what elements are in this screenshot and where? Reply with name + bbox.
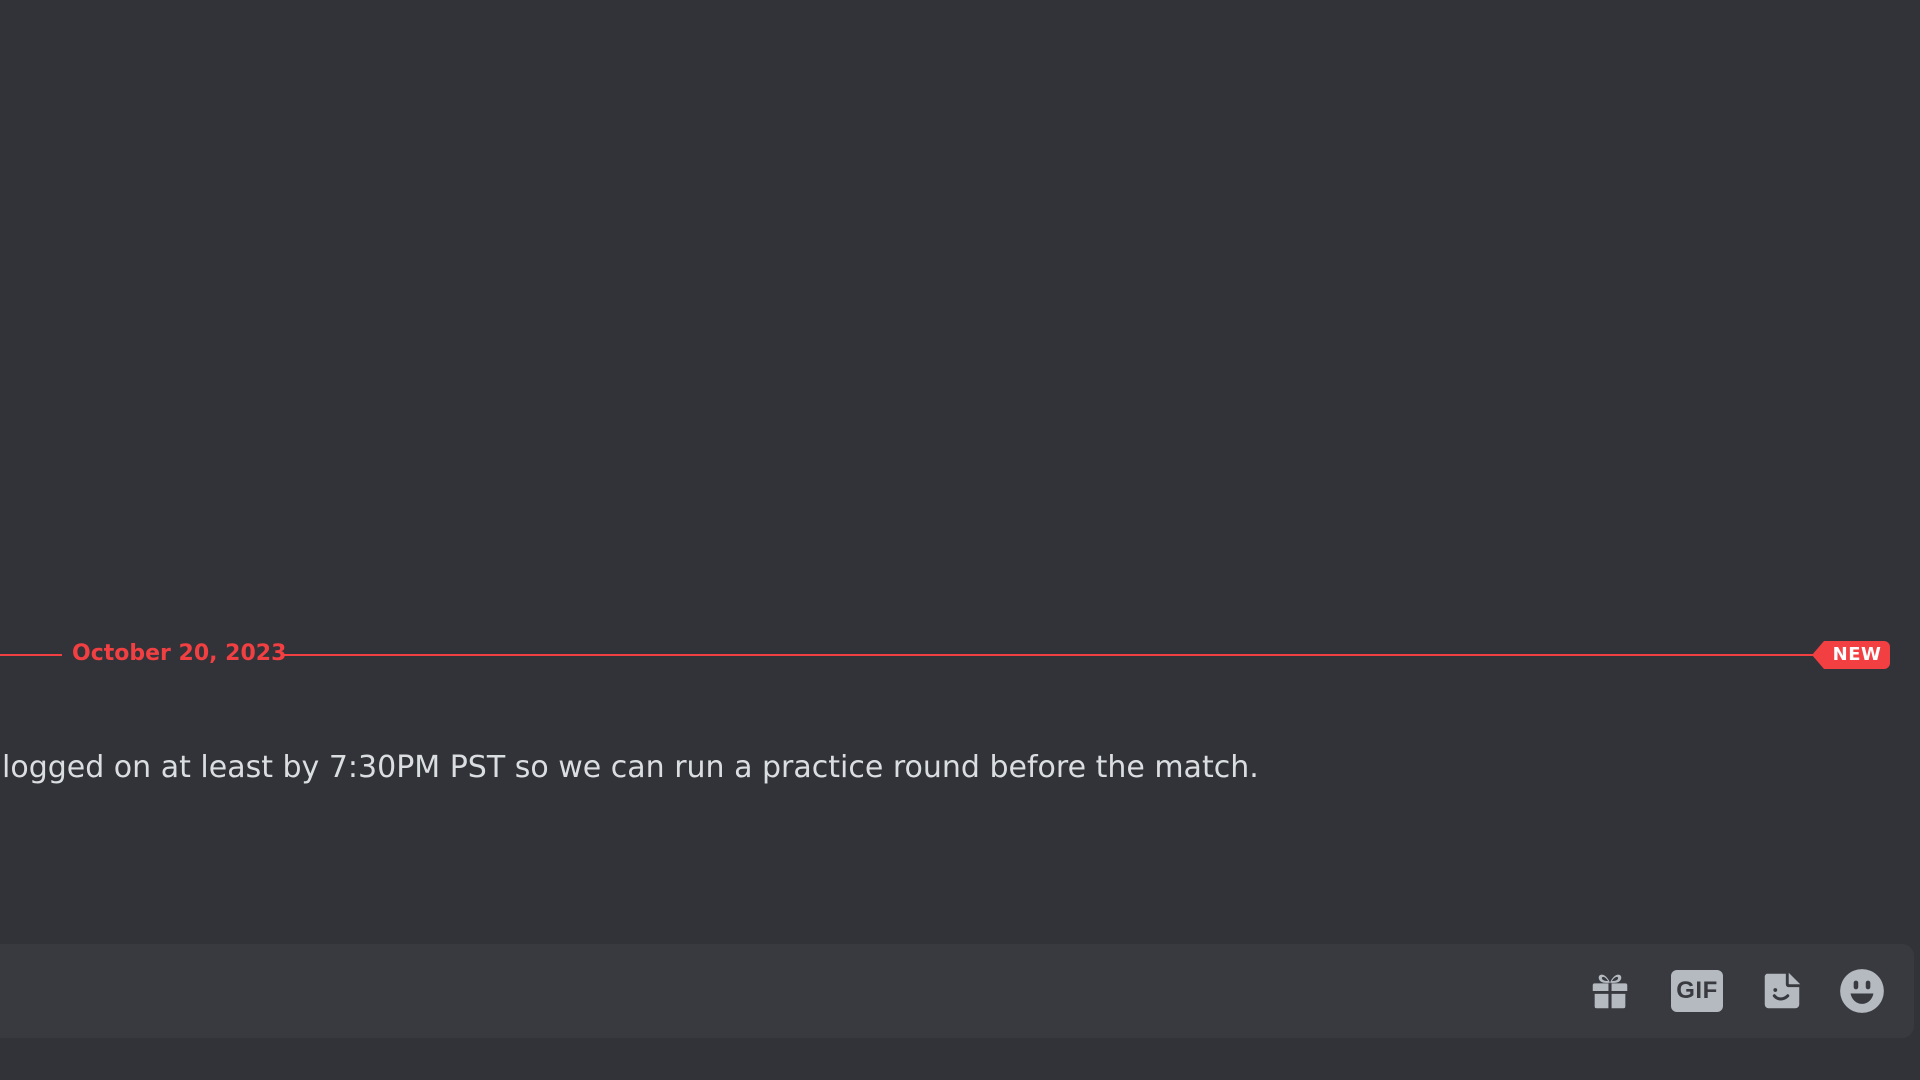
message-content: logged on at least by 7:30PM PST so we c… [2,750,1259,785]
gift-icon [1592,974,1628,1009]
divider-line-right [282,654,1820,656]
emoji-button[interactable] [1836,967,1888,1015]
emoji-icon [1840,969,1884,1013]
sticker-icon [1764,972,1801,1009]
message-input[interactable] [0,944,1560,1038]
divider-line-left [0,654,62,656]
gif-button[interactable]: GIF [1671,967,1723,1015]
gif-icon: GIF [1671,970,1723,1012]
message-composer: GIF [0,944,1914,1038]
divider-date: October 20, 2023 [72,641,287,666]
new-badge: NEW [1812,641,1890,669]
sticker-button[interactable] [1756,967,1808,1015]
chat-window: October 20, 2023 NEW logged on at least … [0,0,1920,1080]
gift-button[interactable] [1584,967,1636,1015]
new-messages-divider: October 20, 2023 NEW [0,641,1890,669]
